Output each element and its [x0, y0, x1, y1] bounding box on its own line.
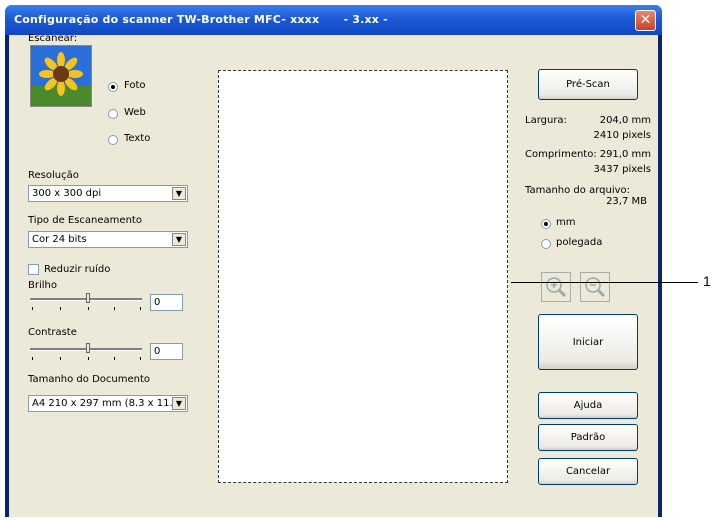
window-title: Configuração do scanner TW-Brother MFC- …	[14, 13, 388, 26]
length-mm: 291,0 mm	[599, 149, 651, 160]
filesize-value: 23,7 MB	[606, 196, 647, 207]
resolution-select[interactable]: 300 x 300 dpi ▼	[28, 185, 188, 202]
radio-polegada-label: polegada	[556, 237, 603, 248]
cancel-label: Cancelar	[565, 466, 611, 477]
radio-web[interactable]	[108, 109, 118, 119]
prescan-label: Pré-Scan	[566, 79, 610, 90]
scan-label: Escanear:	[28, 33, 78, 44]
tick	[88, 307, 89, 310]
tick	[140, 307, 141, 310]
doc-size-label: Tamanho do Documento	[28, 374, 150, 385]
scan-type-value: Cor 24 bits	[32, 234, 87, 245]
width-label: Largura:	[525, 115, 567, 126]
brightness-thumb[interactable]	[86, 293, 90, 303]
contrast-input[interactable]: 0	[150, 343, 183, 360]
filesize-label: Tamanho do arquivo:	[525, 185, 630, 196]
zoom-out-icon	[585, 277, 606, 298]
sunflower-photo-icon	[30, 45, 92, 107]
brightness-label: Brilho	[28, 280, 57, 291]
chevron-down-icon[interactable]: ▼	[172, 397, 186, 410]
radio-mm[interactable]	[541, 219, 551, 229]
tick	[32, 357, 33, 360]
resolution-label: Resolução	[28, 170, 79, 181]
default-label: Padrão	[570, 432, 606, 443]
chevron-down-icon[interactable]: ▼	[172, 187, 186, 200]
contrast-label: Contraste	[28, 327, 77, 338]
length-pixels: 3437 pixels	[593, 164, 651, 175]
brightness-input[interactable]: 0	[150, 294, 183, 311]
contrast-thumb[interactable]	[86, 343, 90, 353]
width-pixels: 2410 pixels	[593, 130, 651, 141]
noise-label: Reduzir ruído	[44, 264, 111, 275]
zoom-in-button[interactable]	[541, 272, 571, 302]
radio-mm-label: mm	[556, 217, 576, 228]
scan-type-select[interactable]: Cor 24 bits ▼	[28, 231, 188, 248]
zoom-in-icon	[546, 277, 567, 298]
start-button[interactable]: Iniciar	[538, 314, 638, 370]
length-label: Comprimento:	[525, 149, 597, 160]
zoom-out-button[interactable]	[580, 272, 610, 302]
start-label: Iniciar	[572, 337, 604, 348]
default-button[interactable]: Padrão	[538, 424, 638, 451]
radio-texto[interactable]	[108, 135, 118, 145]
callout-number: 1	[703, 273, 711, 289]
radio-texto-label: Texto	[124, 133, 151, 144]
callout-line	[511, 282, 698, 283]
help-button[interactable]: Ajuda	[538, 392, 638, 419]
radio-web-label: Web	[124, 107, 146, 118]
radio-polegada[interactable]	[541, 239, 551, 249]
radio-foto[interactable]	[108, 82, 118, 92]
doc-size-value: A4 210 x 297 mm (8.3 x 11.	[32, 398, 173, 409]
prescan-button[interactable]: Pré-Scan	[538, 69, 638, 100]
resolution-value: 300 x 300 dpi	[32, 188, 102, 199]
doc-size-select[interactable]: A4 210 x 297 mm (8.3 x 11. ▼	[28, 395, 188, 412]
close-button[interactable]: ✕	[635, 10, 656, 31]
scan-type-label: Tipo de Escaneamento	[28, 215, 142, 226]
scan-preview-area[interactable]	[218, 70, 508, 483]
tick	[140, 357, 141, 360]
tick	[114, 357, 115, 360]
tick	[88, 357, 89, 360]
title-bar[interactable]: Configuração do scanner TW-Brother MFC- …	[5, 5, 662, 35]
chevron-down-icon[interactable]: ▼	[172, 233, 186, 246]
tick	[114, 307, 115, 310]
tick	[32, 307, 33, 310]
help-label: Ajuda	[573, 400, 603, 411]
radio-foto-label: Foto	[124, 80, 146, 91]
tick	[60, 307, 61, 310]
noise-checkbox[interactable]	[28, 264, 39, 275]
cancel-button[interactable]: Cancelar	[538, 458, 638, 485]
tick	[60, 357, 61, 360]
width-mm: 204,0 mm	[599, 115, 651, 126]
